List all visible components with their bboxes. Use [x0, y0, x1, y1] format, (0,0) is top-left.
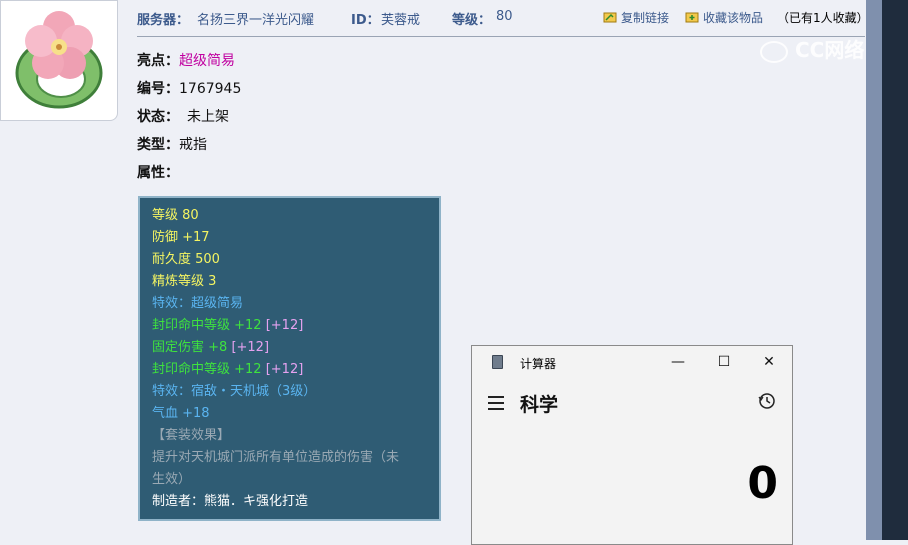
- collect-icon: [685, 12, 699, 23]
- copy-link-label: 复制链接: [621, 11, 670, 25]
- history-icon[interactable]: [758, 392, 776, 410]
- maker: 制造者：熊猫．キ强化打造: [152, 494, 309, 509]
- stat-level: 等级 80: [152, 208, 199, 223]
- highlight-row: 亮点：超级简易: [137, 50, 235, 70]
- calculator-titlebar[interactable]: 计算器 — ☐ ✕: [472, 346, 792, 378]
- stat-defense: 防御 +17: [152, 230, 210, 245]
- type-label: 类型：: [137, 137, 179, 153]
- side-panel: [882, 0, 908, 540]
- calculator-title: 计算器: [520, 357, 557, 371]
- status-value: 未上架: [187, 109, 229, 125]
- calculator-mode: 科学: [520, 394, 559, 416]
- hamburger-menu-icon[interactable]: [488, 396, 504, 410]
- id-value: 芙蓉戒: [381, 13, 421, 28]
- copy-link-button[interactable]: 复制链接: [603, 9, 669, 26]
- highlight-value: 超级简易: [179, 53, 235, 69]
- number-value: 1767945: [179, 81, 242, 97]
- status-label: 状态：: [137, 109, 179, 125]
- level-label: 等级：: [452, 13, 492, 28]
- type-value: 戒指: [179, 137, 207, 153]
- watermark-logo-icon: [760, 40, 788, 63]
- stat-durability: 耐久度 500: [152, 252, 220, 267]
- collect-item-label: 收藏该物品: [703, 11, 764, 25]
- collect-count: （已有1人收藏）: [777, 11, 869, 25]
- highlight-label: 亮点：: [137, 53, 179, 69]
- stat-nemesis: 特效：宿敌・天机城（3级）: [152, 384, 317, 399]
- set-effect-desc-2: 生效）: [152, 472, 192, 487]
- jade-ring-icon: [15, 11, 103, 109]
- id-label: ID：: [351, 13, 380, 28]
- calculator-window: 计算器 — ☐ ✕ 科学 0: [471, 345, 793, 545]
- stat-effect: 特效：超级简易: [152, 296, 244, 311]
- maximize-button[interactable]: ☐: [714, 352, 734, 372]
- item-thumbnail: [0, 0, 118, 121]
- number-label: 编号：: [137, 81, 179, 97]
- watermark: CC网络: [760, 34, 880, 64]
- minimize-button[interactable]: —: [668, 352, 688, 372]
- attribute-label: 属性：: [137, 165, 179, 181]
- server-value: 名扬三界一洋光闪耀: [197, 13, 315, 28]
- copy-link-icon: [603, 12, 617, 23]
- stat-seal-hit-1: 封印命中等级 +12 [+12]: [152, 318, 304, 333]
- number-row: 编号：1767945: [137, 78, 241, 98]
- set-effect-title: 【套装效果】: [152, 428, 231, 443]
- type-row: 类型：戒指: [137, 134, 207, 154]
- server-label: 服务器：: [137, 13, 190, 28]
- item-stats-panel: 等级 80 防御 +17 耐久度 500 精炼等级 3 特效：超级简易 封印命中…: [138, 196, 441, 521]
- collect-item-button[interactable]: 收藏该物品: [685, 9, 763, 26]
- set-effect-desc: 提升对天机城门派所有单位造成的伤害（未: [152, 450, 400, 465]
- stat-fixed-damage: 固定伤害 +8 [+12]: [152, 340, 270, 355]
- calculator-app-icon: [492, 355, 503, 369]
- attribute-row: 属性：: [137, 162, 179, 182]
- status-row: 状态： 未上架: [137, 106, 229, 126]
- calculator-display: 0: [747, 458, 778, 509]
- level-value: 80: [496, 9, 513, 24]
- stat-refine: 精炼等级 3: [152, 274, 217, 289]
- item-header-bar: 服务器： 名扬三界一洋光闪耀 ID： 芙蓉戒 等级： 80 复制链接 收藏该物品…: [137, 0, 869, 37]
- close-button[interactable]: ✕: [759, 352, 779, 372]
- stat-seal-hit-2: 封印命中等级 +12 [+12]: [152, 362, 304, 377]
- watermark-text: CC网络: [794, 38, 865, 62]
- scrollbar[interactable]: [866, 0, 882, 540]
- stat-hp: 气血 +18: [152, 406, 210, 421]
